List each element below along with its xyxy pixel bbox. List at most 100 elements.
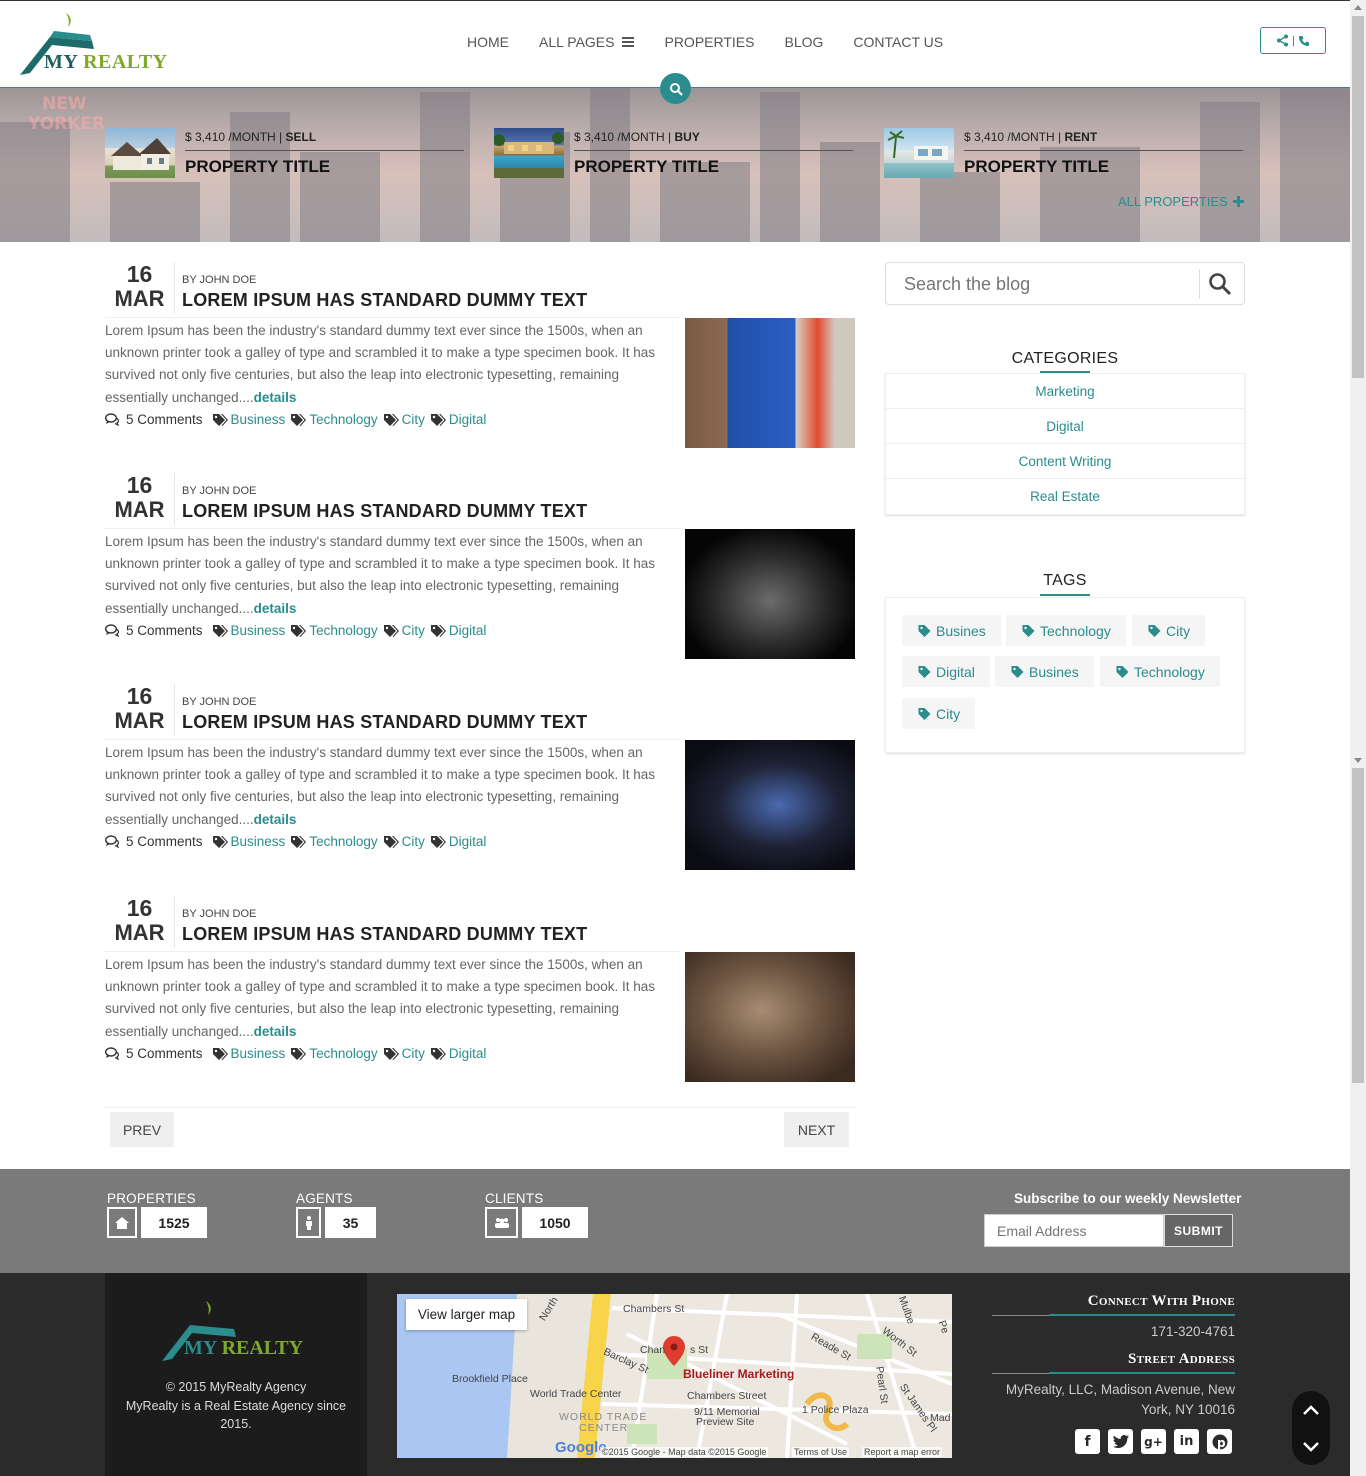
blog-search-input[interactable] (904, 274, 1184, 294)
post-tag[interactable]: Business (212, 1046, 285, 1061)
property-thumbnail[interactable] (493, 128, 564, 178)
prev-page-button[interactable]: PREV (110, 1112, 174, 1147)
post-tag[interactable]: Technology (291, 834, 378, 849)
chevron-down-icon[interactable] (1303, 1441, 1319, 1452)
nav-blog[interactable]: BLOG (769, 31, 838, 53)
tags-icon (383, 1047, 399, 1060)
site-logo[interactable]: MY REALTY (20, 11, 170, 79)
post-tag[interactable]: City (383, 412, 425, 427)
post-image[interactable] (685, 952, 855, 1082)
pinterest-icon[interactable]: p (1207, 1429, 1232, 1454)
post-tag[interactable]: City (383, 623, 425, 638)
nav-properties[interactable]: PROPERTIES (649, 31, 769, 53)
property-title[interactable]: PROPERTY TITLE (574, 157, 719, 177)
post-details-link[interactable]: details (254, 601, 297, 616)
post-comments-link[interactable]: 5 Comments (126, 834, 203, 849)
twitter-icon[interactable] (1108, 1429, 1133, 1454)
post-image[interactable] (685, 529, 855, 659)
share-phone-button[interactable]: | (1260, 27, 1326, 54)
newsletter-email-input[interactable] (984, 1214, 1164, 1247)
post-title[interactable]: LOREM IPSUM HAS STANDARD DUMMY TEXT (182, 501, 587, 522)
property-title[interactable]: PROPERTY TITLE (964, 157, 1109, 177)
post-tag[interactable]: Business (212, 834, 285, 849)
tag-pill[interactable]: City (1132, 615, 1206, 646)
post-image[interactable] (685, 740, 855, 870)
post-image[interactable] (685, 318, 855, 448)
tag-pill[interactable]: Technology (1006, 615, 1126, 646)
menu-icon (622, 37, 635, 47)
property-thumbnail[interactable] (105, 128, 175, 178)
post-title[interactable]: LOREM IPSUM HAS STANDARD DUMMY TEXT (182, 924, 587, 945)
post-title[interactable]: LOREM IPSUM HAS STANDARD DUMMY TEXT (182, 290, 587, 311)
nav-contact-us[interactable]: CONTACT US (838, 31, 958, 53)
tag-pill[interactable]: Digital (902, 656, 990, 687)
post-tag[interactable]: Digital (430, 1046, 486, 1061)
post-tag[interactable]: Business (212, 623, 285, 638)
post-tag[interactable]: City (383, 834, 425, 849)
tag-icon (918, 707, 931, 720)
post-comments-link[interactable]: 5 Comments (126, 1046, 203, 1061)
post-tag[interactable]: Digital (430, 623, 486, 638)
nav-all-pages[interactable]: ALL PAGES (524, 31, 649, 53)
post-author[interactable]: BY JOHN DOE (182, 696, 256, 708)
post-title[interactable]: LOREM IPSUM HAS STANDARD DUMMY TEXT (182, 712, 587, 733)
footer-phone[interactable]: 171-320-4761 (992, 1322, 1235, 1342)
next-page-button[interactable]: NEXT (784, 1112, 849, 1147)
featured-property[interactable]: $ 3,410 /MONTH | SELL PROPERTY TITLE (105, 126, 465, 178)
post-tag[interactable]: Technology (291, 1046, 378, 1061)
featured-property[interactable]: $ 3,410 /MONTH | BUY PROPERTY TITLE (493, 126, 854, 178)
search-toggle-button[interactable] (660, 73, 691, 104)
nav-home[interactable]: HOME (452, 31, 524, 53)
post-meta: 5 Comments Business Technology City Digital (105, 1046, 486, 1061)
post-tag[interactable]: Digital (430, 412, 486, 427)
post-tag[interactable]: Technology (291, 412, 378, 427)
google-plus-icon[interactable]: g+ (1141, 1429, 1166, 1454)
tag-pill[interactable]: City (902, 698, 976, 729)
category-item[interactable]: Digital (886, 409, 1244, 444)
map-terms-link[interactable]: Terms of Use (792, 1447, 850, 1457)
newsletter-submit-button[interactable]: SUBMIT (1164, 1214, 1233, 1247)
post-author[interactable]: BY JOHN DOE (182, 274, 256, 286)
property-title[interactable]: PROPERTY TITLE (185, 157, 330, 177)
blog-search-button[interactable] (1208, 272, 1232, 301)
post-details-link[interactable]: details (254, 390, 297, 405)
post-tag[interactable]: Business (212, 412, 285, 427)
post-meta: 5 Comments Business Technology City Digital (105, 834, 486, 849)
footer-logo[interactable]: MY REALTY (160, 1297, 310, 1367)
post-tag[interactable]: Digital (430, 834, 486, 849)
category-item[interactable]: Marketing (886, 374, 1244, 409)
category-item[interactable]: Real Estate (886, 479, 1244, 514)
location-map[interactable]: Google View larger map Chambers St Reade… (397, 1294, 952, 1458)
post-comments-link[interactable]: 5 Comments (126, 623, 203, 638)
tags-icon (212, 624, 228, 637)
tags-icon (430, 1047, 446, 1060)
pager-divider (105, 1107, 855, 1108)
scrollbar-thumb[interactable] (1352, 768, 1364, 1083)
linkedin-icon[interactable]: in (1174, 1429, 1199, 1454)
featured-property[interactable]: $ 3,410 /MONTH | RENT PROPERTY TITLE (884, 126, 1244, 178)
scrollbar-thumb[interactable] (1352, 16, 1364, 378)
category-item[interactable]: Content Writing (886, 444, 1244, 479)
post-author[interactable]: BY JOHN DOE (182, 908, 256, 920)
post-comments-link[interactable]: 5 Comments (126, 412, 203, 427)
tag-pill[interactable]: Busines (902, 615, 1001, 646)
chevron-up-icon[interactable] (1303, 1404, 1319, 1415)
scroll-up-arrow-icon[interactable] (1353, 4, 1363, 11)
property-thumbnail[interactable] (884, 128, 954, 178)
post-details-link[interactable]: details (254, 812, 297, 827)
post-author[interactable]: BY JOHN DOE (182, 485, 256, 497)
property-price: $ 3,410 /MONTH | RENT (964, 130, 1243, 151)
map-report-link[interactable]: Report a map error (862, 1447, 943, 1457)
post-tag[interactable]: City (383, 1046, 425, 1061)
view-larger-map-button[interactable]: View larger map (406, 1299, 527, 1330)
facebook-icon[interactable]: f (1075, 1429, 1100, 1454)
all-properties-link[interactable]: ALL PROPERTIES (1118, 194, 1244, 209)
tags-icon (430, 835, 446, 848)
tag-pill[interactable]: Technology (1100, 656, 1220, 687)
post-tag[interactable]: Technology (291, 623, 378, 638)
post-details-link[interactable]: details (254, 1024, 297, 1039)
tag-pill[interactable]: Busines (995, 656, 1094, 687)
home-icon (107, 1207, 137, 1238)
tags-icon (383, 413, 399, 426)
scroll-down-arrow-icon[interactable] (1353, 757, 1363, 764)
